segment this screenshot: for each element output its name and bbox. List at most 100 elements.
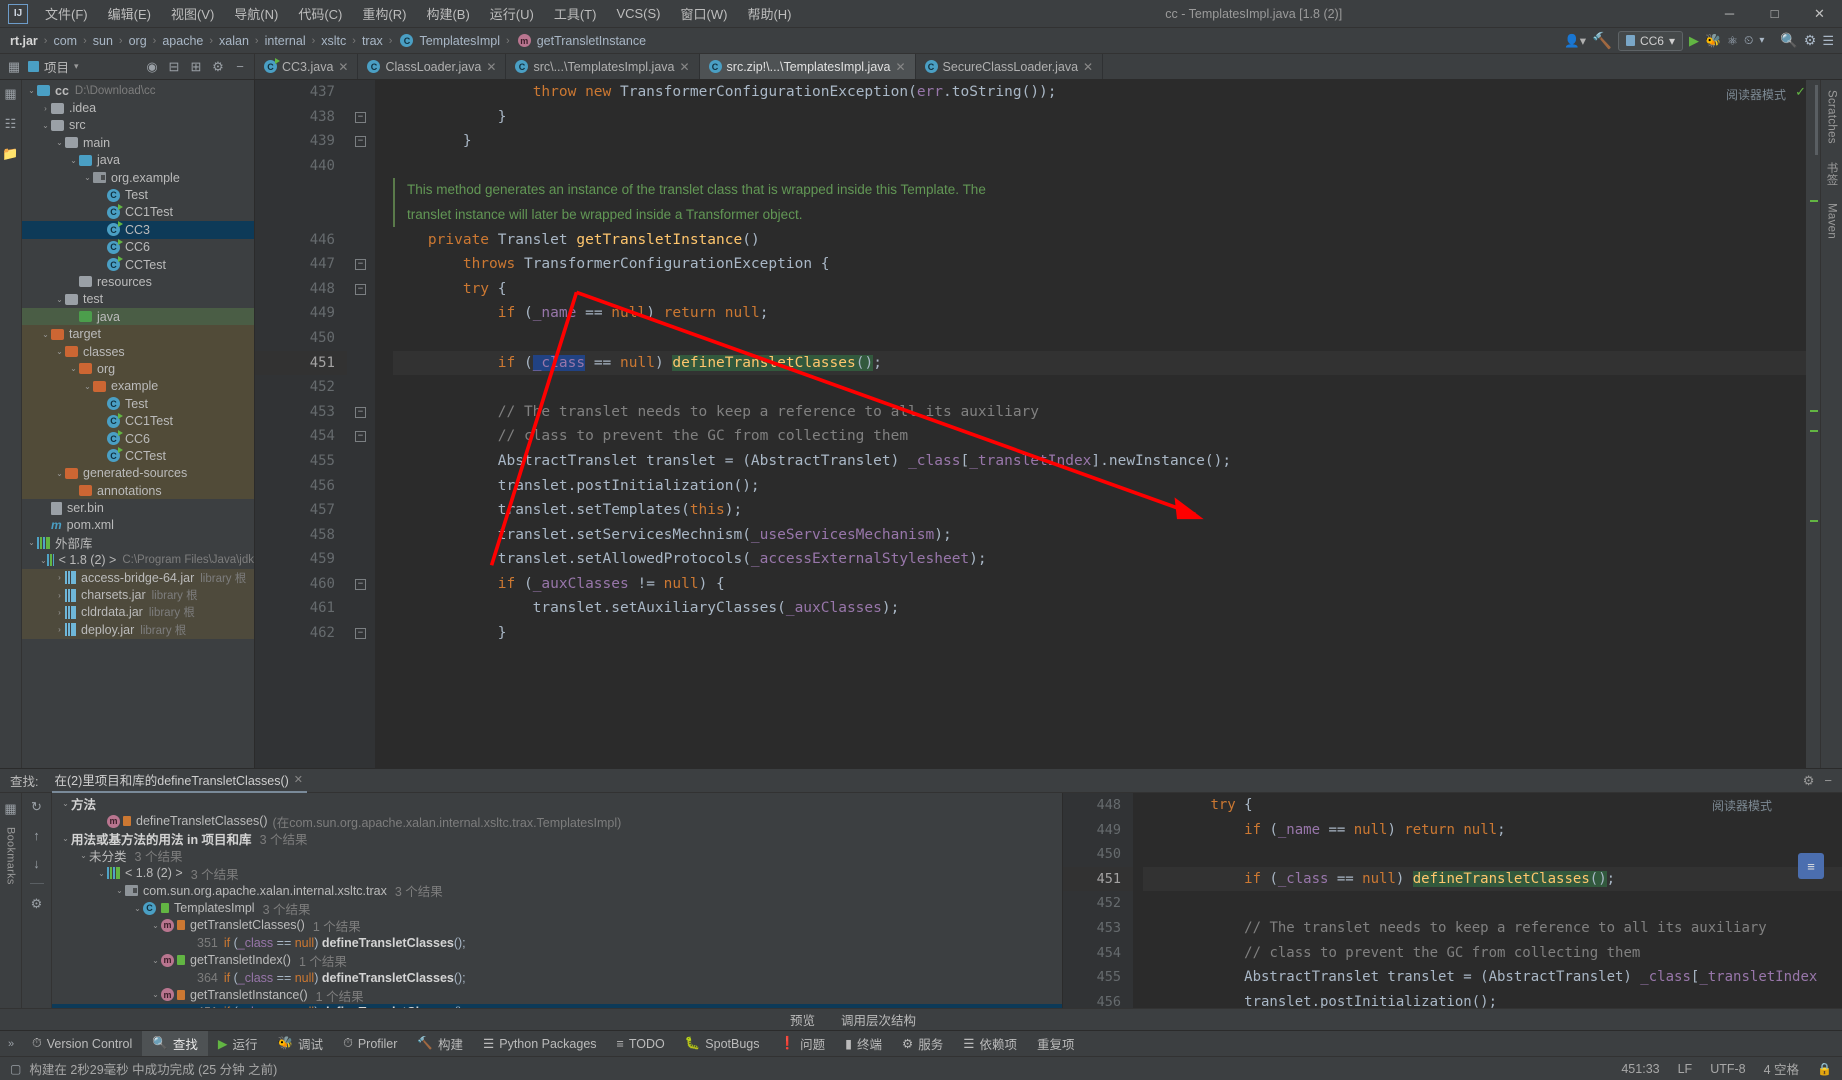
editor-code-text[interactable]: throw new TransformerConfigurationExcept… [375, 80, 1820, 768]
tree-expander-icon[interactable]: ⌄ [40, 330, 51, 339]
project-tree-item-cc1test[interactable]: C CC1Test [22, 412, 254, 430]
toolwindow-version-control[interactable]: ⏱ Version Control [22, 1031, 142, 1057]
fold-slot[interactable] [347, 326, 375, 351]
fold-slot[interactable]: − [347, 621, 375, 646]
toolwindow-run[interactable]: ▶ 运行 [208, 1031, 268, 1057]
find-results-tree[interactable]: ⌄ 方法 m defineTransletClasses() (在com.sun.org… [52, 793, 1062, 1008]
editor-fold-column[interactable]: − − − − − − − − [347, 80, 375, 768]
breadcrumb-templatesimpl[interactable]: TemplatesImpl [417, 34, 502, 48]
tree-expander-icon[interactable]: ⌄ [132, 904, 143, 913]
find-preview-editor[interactable]: 448 449 450 451 452 453 454 455 456 try { if (_n… [1062, 793, 1842, 1008]
tree-expander-icon[interactable]: ⌄ [60, 834, 71, 843]
menu-refactor[interactable]: 重构(R) [353, 1, 415, 26]
toolwindow-profiler[interactable]: ⏱ Profiler [333, 1031, 407, 1057]
bookmarks-grid-icon[interactable]: ▦ [3, 801, 19, 817]
project-tree-item-org[interactable]: ⌄ org [22, 360, 254, 378]
structure-icon[interactable]: ▦ [4, 86, 16, 102]
breadcrumb-com[interactable]: com [51, 34, 79, 48]
project-tree-item-.idea[interactable]: › .idea [22, 99, 254, 116]
toolwindow-spotbugs[interactable]: 🐛 SpotBugs [675, 1031, 770, 1057]
project-tree-item-ser.bin[interactable]: ser.bin [22, 499, 254, 516]
find-options-gear-icon[interactable]: ⚙ [29, 896, 45, 912]
project-tree-item-classes[interactable]: ⌄ classes [22, 342, 254, 361]
debug-button[interactable]: 🐝 [1705, 33, 1721, 49]
caret-position[interactable]: 451:33 [1621, 1062, 1659, 1076]
fold-slot[interactable]: − [347, 129, 375, 154]
tree-expander-icon[interactable]: › [54, 625, 65, 634]
project-tree-item-src[interactable]: ⌄ src [22, 117, 254, 134]
fold-slot[interactable] [347, 154, 375, 179]
fold-slot[interactable] [347, 228, 375, 253]
fold-collapse-icon[interactable]: − [355, 406, 366, 418]
fold-slot[interactable]: − [347, 105, 375, 130]
find-hide-icon[interactable]: − [1824, 773, 1832, 788]
project-settings-gear-icon[interactable]: ⚙ [210, 59, 226, 75]
lock-icon[interactable]: 🔒 [1817, 1062, 1832, 1076]
menu-window[interactable]: 窗口(W) [672, 1, 737, 26]
menu-run[interactable]: 运行(U) [481, 1, 543, 26]
project-tree-item-main[interactable]: ⌄ main [22, 134, 254, 151]
fold-expand-icon[interactable]: − [355, 628, 366, 640]
rerun-search-icon[interactable]: ↻ [29, 799, 45, 815]
fold-slot[interactable] [347, 474, 375, 499]
tree-expander-icon[interactable]: › [54, 608, 65, 617]
hamburger-menu-icon[interactable]: ☰ [1822, 33, 1834, 49]
menu-view[interactable]: 视图(V) [162, 1, 223, 26]
profile-icon[interactable]: 👤▾ [1564, 33, 1586, 49]
fold-slot[interactable] [347, 498, 375, 523]
fold-slot[interactable] [347, 449, 375, 474]
reader-mode-label[interactable]: 阅读器模式 [1726, 86, 1786, 103]
project-tree-item-1.82[interactable]: ⌄ < 1.8 (2) > C:\Program Files\Java\jdk [22, 552, 254, 569]
file-encoding[interactable]: UTF-8 [1710, 1062, 1745, 1076]
breadcrumb-trax[interactable]: trax [360, 34, 385, 48]
find-tree-group[interactable]: ⌄ < 1.8 (2) > 3 个结果 [52, 865, 1062, 882]
maximize-button[interactable]: □ [1752, 0, 1797, 28]
tab-close-icon[interactable]: ✕ [679, 60, 689, 74]
find-tree-group[interactable]: ⌄ 方法 [52, 795, 1062, 812]
toolwindow-services[interactable]: ⚙ 服务 [892, 1031, 953, 1057]
fold-slot[interactable] [347, 301, 375, 326]
fold-slot[interactable] [347, 178, 375, 203]
tree-expander-icon[interactable]: › [54, 573, 65, 582]
profile-button[interactable]: ⏲ [1744, 33, 1753, 48]
project-tree-item-cldrdata.jar[interactable]: › cldrdata.jar library 根 [22, 603, 254, 622]
fold-slot[interactable]: − [347, 400, 375, 425]
find-tree-group[interactable]: ⌄ m getTransletInstance() 1 个结果 [52, 986, 1062, 1004]
tab-srczip-templatesimpl[interactable]: C src.zip!\...\TemplatesImpl.java ✕ [699, 54, 916, 79]
preview-reader-mode-label[interactable]: 阅读器模式 [1712, 797, 1772, 814]
fold-slot[interactable] [347, 203, 375, 228]
breadcrumb-rt-jar[interactable]: rt.jar [8, 34, 40, 48]
tree-expander-icon[interactable]: ⌄ [82, 173, 93, 182]
tree-expander-icon[interactable]: ⌄ [82, 382, 93, 391]
locate-file-icon[interactable]: ◉ [144, 59, 160, 75]
menu-build[interactable]: 构建(B) [417, 1, 478, 26]
toolwindow-dependencies[interactable]: ☰ 依赖项 [953, 1031, 1027, 1057]
close-button[interactable]: ✕ [1797, 0, 1842, 28]
next-occurrence-icon[interactable]: ↓ [29, 855, 45, 871]
project-tree-item-generated-sources[interactable]: ⌄ generated-sources [22, 464, 254, 482]
project-tree-item-resources[interactable]: resources [22, 273, 254, 290]
rail-bookmarks[interactable]: 书签 [1824, 162, 1840, 186]
tab-close-icon[interactable]: ✕ [486, 60, 496, 74]
project-tree-item-cc1test[interactable]: C CC1Test [22, 203, 254, 221]
fold-slot[interactable] [347, 351, 375, 376]
tree-expander-icon[interactable]: ⌄ [114, 886, 125, 895]
toolwindow-terminal[interactable]: ▮ 终端 [835, 1031, 892, 1057]
indent-setting[interactable]: 4 空格 [1764, 1059, 1799, 1078]
toolstrip-more-icon[interactable]: » [0, 1038, 22, 1050]
breadcrumb-apache[interactable]: apache [160, 34, 205, 48]
tree-expander-icon[interactable]: ⌄ [68, 156, 79, 165]
tab-close-icon[interactable]: ✕ [895, 60, 905, 74]
project-tree-item-cc6[interactable]: C CC6 [22, 238, 254, 256]
project-tree-item-cctest[interactable]: C CCTest [22, 447, 254, 465]
fold-expand-icon[interactable]: − [355, 431, 366, 443]
find-tab[interactable]: 在(2)里项目和库的defineTransletClasses() ✕ [52, 768, 308, 793]
fold-slot[interactable]: − [347, 252, 375, 277]
project-tree-item-test[interactable]: C Test [22, 186, 254, 203]
project-tree-item-target[interactable]: ⌄ target [22, 325, 254, 343]
collapse-all-icon[interactable]: ⊟ [166, 59, 182, 75]
tree-expander-icon[interactable]: ⌄ [60, 799, 71, 808]
tree-expander-icon[interactable]: › [40, 104, 51, 113]
fold-expand-icon[interactable]: − [355, 111, 366, 123]
find-result-line[interactable]: 351 if (_class == null) defineTransletCla… [52, 934, 1062, 951]
